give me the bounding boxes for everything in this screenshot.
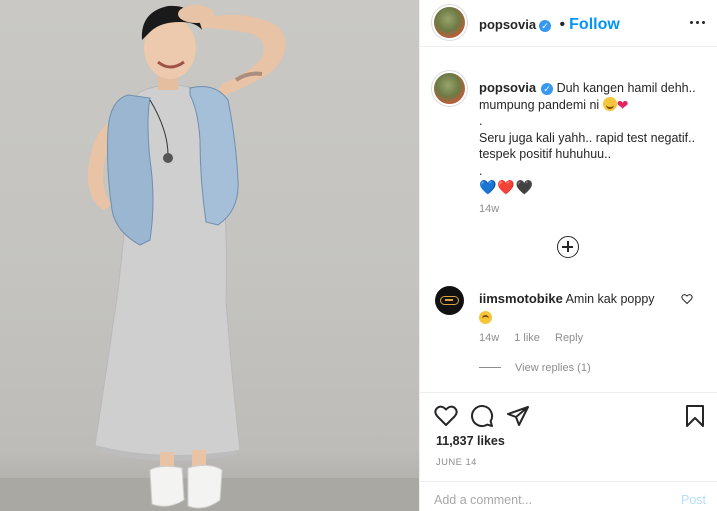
post-caption: popsovia ✓ Duh kangen hamil dehh.. mumpun… xyxy=(479,80,709,196)
comment-like-heart-icon[interactable] xyxy=(681,293,693,305)
like-count[interactable]: 11,837 likes xyxy=(436,434,505,448)
plus-circle-icon[interactable] xyxy=(557,236,579,258)
face-emoji-icon xyxy=(479,311,492,324)
post-header: popsovia ✓ • Follow xyxy=(420,0,717,47)
comment-composer: Post xyxy=(420,481,717,511)
caption-line2: Seru juga kali yahh.. rapid test negatif… xyxy=(479,130,696,162)
comment-input[interactable] xyxy=(434,490,654,510)
caption-hearts: 💙❤️🖤 xyxy=(479,179,535,195)
left-shoe xyxy=(149,465,185,507)
bookmark-icon[interactable] xyxy=(683,404,707,428)
post-date[interactable]: JUNE 14 xyxy=(436,457,477,468)
more-horizontal-icon[interactable] xyxy=(688,12,708,32)
caption-dot1: . xyxy=(479,114,483,128)
comment: iimsmotobike Amin kak poppy xyxy=(479,291,679,328)
commenter-avatar[interactable] xyxy=(435,286,464,315)
paper-plane-icon[interactable] xyxy=(506,404,530,428)
heart-emoji-icon: ❤ xyxy=(616,96,629,113)
post-photo[interactable] xyxy=(0,0,419,511)
hand-on-head xyxy=(178,5,214,23)
comment-meta: 14w 1 like Reply xyxy=(479,332,595,344)
follow-button[interactable]: Follow xyxy=(569,16,620,33)
commenter-username[interactable]: iimsmotobike xyxy=(479,291,563,306)
author-username[interactable]: popsovia xyxy=(479,17,536,32)
caption-timestamp[interactable]: 14w xyxy=(479,203,499,215)
post-comment-button[interactable]: Post xyxy=(681,493,706,507)
author-name-row: popsovia ✓ • Follow xyxy=(479,16,620,34)
photo-illustration xyxy=(0,5,419,511)
comment-bubble-icon[interactable] xyxy=(470,404,494,428)
comment-timestamp[interactable]: 14w xyxy=(479,332,499,344)
smile-emoji-icon xyxy=(602,96,617,111)
view-replies-label: View replies (1) xyxy=(515,362,591,374)
action-bar xyxy=(420,392,717,432)
replies-divider xyxy=(479,367,501,368)
view-replies-button[interactable]: View replies (1) xyxy=(479,362,591,374)
reply-button[interactable]: Reply xyxy=(555,332,583,344)
pendant xyxy=(163,153,173,163)
verified-icon: ✓ xyxy=(539,20,552,32)
post-side-panel: popsovia ✓ • Follow popsovia ✓ Duh kangen h… xyxy=(419,0,717,511)
caption-dot2: . xyxy=(479,163,483,178)
caption-author-avatar[interactable] xyxy=(434,73,465,104)
comment-like-count[interactable]: 1 like xyxy=(514,332,540,344)
denim-vest-left xyxy=(107,94,154,246)
comment-text: Amin kak poppy xyxy=(565,292,655,306)
heart-outline-icon[interactable] xyxy=(434,404,458,428)
right-shoe xyxy=(187,464,223,509)
author-avatar[interactable] xyxy=(434,7,465,38)
header-separator: • xyxy=(559,16,566,33)
verified-icon: ✓ xyxy=(541,83,554,95)
caption-username[interactable]: popsovia xyxy=(479,80,536,95)
